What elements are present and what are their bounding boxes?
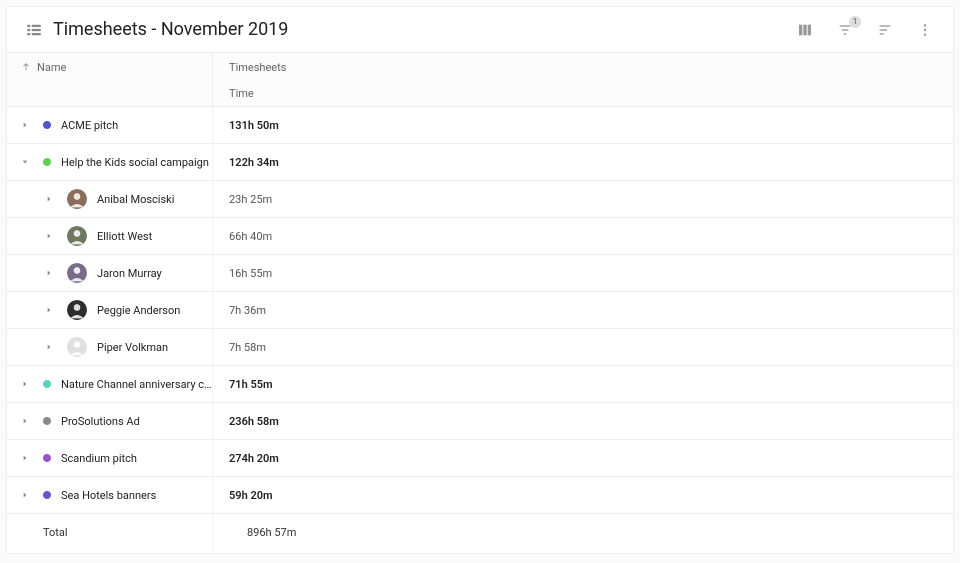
member-time: 66h 40m <box>229 230 272 243</box>
project-time: 59h 20m <box>229 489 273 502</box>
project-time: 122h 34m <box>229 156 279 169</box>
member-time: 7h 36m <box>229 304 266 317</box>
project-color-dot <box>43 454 51 462</box>
member-row[interactable]: Piper Volkman 7h 58m <box>7 329 953 366</box>
project-color-dot <box>43 158 51 166</box>
caret-right-icon[interactable] <box>45 269 53 277</box>
project-time: 274h 20m <box>229 452 279 465</box>
project-row[interactable]: ACME pitch 131h 50m <box>7 107 953 144</box>
sort-icon[interactable] <box>875 20 895 40</box>
caret-right-icon[interactable] <box>45 195 53 203</box>
project-color-dot <box>43 380 51 388</box>
caret-right-icon[interactable] <box>21 454 29 462</box>
project-name: Sea Hotels banners <box>61 489 156 502</box>
project-name: ACME pitch <box>61 119 118 132</box>
filter-icon[interactable]: 1 <box>835 20 855 40</box>
project-name: ProSolutions Ad <box>61 415 140 428</box>
member-row[interactable]: Anibal Mosciski 23h 25m <box>7 181 953 218</box>
caret-right-icon[interactable] <box>45 306 53 314</box>
filter-badge: 1 <box>849 16 861 28</box>
project-time: 71h 55m <box>229 378 273 391</box>
column-header-time[interactable]: Time <box>213 81 953 106</box>
table-header-row-1: Name Timesheets <box>7 53 953 81</box>
project-row[interactable]: Help the Kids social campaign 122h 34m <box>7 144 953 181</box>
member-name: Anibal Mosciski <box>97 193 174 206</box>
member-row[interactable]: Jaron Murray 16h 55m <box>7 255 953 292</box>
column-timesheets-label: Timesheets <box>229 61 286 74</box>
member-name: Elliott West <box>97 230 152 243</box>
column-header-timesheets[interactable]: Timesheets <box>213 53 953 81</box>
caret-right-icon[interactable] <box>45 343 53 351</box>
project-name: Help the Kids social campaign <box>61 156 209 169</box>
table-header-row-2: Time <box>7 81 953 107</box>
caret-down-icon[interactable] <box>21 158 29 166</box>
column-name-label: Name <box>37 61 66 74</box>
toolbar: 1 <box>795 20 935 40</box>
page-title: Timesheets - November 2019 <box>53 19 795 40</box>
card-header: Timesheets - November 2019 1 <box>7 7 953 53</box>
project-color-dot <box>43 491 51 499</box>
member-row[interactable]: Elliott West 66h 40m <box>7 218 953 255</box>
project-color-dot <box>43 121 51 129</box>
avatar <box>67 300 87 320</box>
sort-asc-icon <box>21 62 31 72</box>
table-body: ACME pitch 131h 50m Help the Kids social c… <box>7 107 953 514</box>
caret-right-icon[interactable] <box>21 121 29 129</box>
caret-right-icon[interactable] <box>21 380 29 388</box>
timesheets-table: Name Timesheets Time ACME pitch 131h 50m H… <box>7 53 953 553</box>
caret-right-icon[interactable] <box>21 491 29 499</box>
member-name: Jaron Murray <box>97 267 162 280</box>
project-row[interactable]: Sea Hotels banners 59h 20m <box>7 477 953 514</box>
project-row[interactable]: Nature Channel anniversary cam... 71h 55m <box>7 366 953 403</box>
project-time: 236h 58m <box>229 415 279 428</box>
caret-right-icon[interactable] <box>45 232 53 240</box>
project-name: Nature Channel anniversary cam... <box>61 378 212 391</box>
total-label: Total <box>43 526 68 539</box>
avatar <box>67 189 87 209</box>
avatar <box>67 337 87 357</box>
avatar <box>67 226 87 246</box>
caret-right-icon[interactable] <box>21 417 29 425</box>
member-name: Piper Volkman <box>97 341 168 354</box>
total-time: 896h 57m <box>247 526 296 539</box>
columns-icon[interactable] <box>795 20 815 40</box>
project-row[interactable]: ProSolutions Ad 236h 58m <box>7 403 953 440</box>
total-row: Total 896h 57m <box>7 514 953 551</box>
member-time: 23h 25m <box>229 193 272 206</box>
project-name: Scandium pitch <box>61 452 137 465</box>
project-row[interactable]: Scandium pitch 274h 20m <box>7 440 953 477</box>
avatar <box>67 263 87 283</box>
member-name: Peggie Anderson <box>97 304 180 317</box>
timesheets-card: Timesheets - November 2019 1 Name <box>6 6 954 554</box>
column-header-name[interactable]: Name <box>7 53 213 81</box>
project-color-dot <box>43 417 51 425</box>
project-time: 131h 50m <box>229 119 279 132</box>
member-time: 7h 58m <box>229 341 266 354</box>
list-view-icon[interactable] <box>25 21 43 39</box>
member-row[interactable]: Peggie Anderson 7h 36m <box>7 292 953 329</box>
more-icon[interactable] <box>915 20 935 40</box>
column-time-label: Time <box>229 87 254 100</box>
member-time: 16h 55m <box>229 267 272 280</box>
